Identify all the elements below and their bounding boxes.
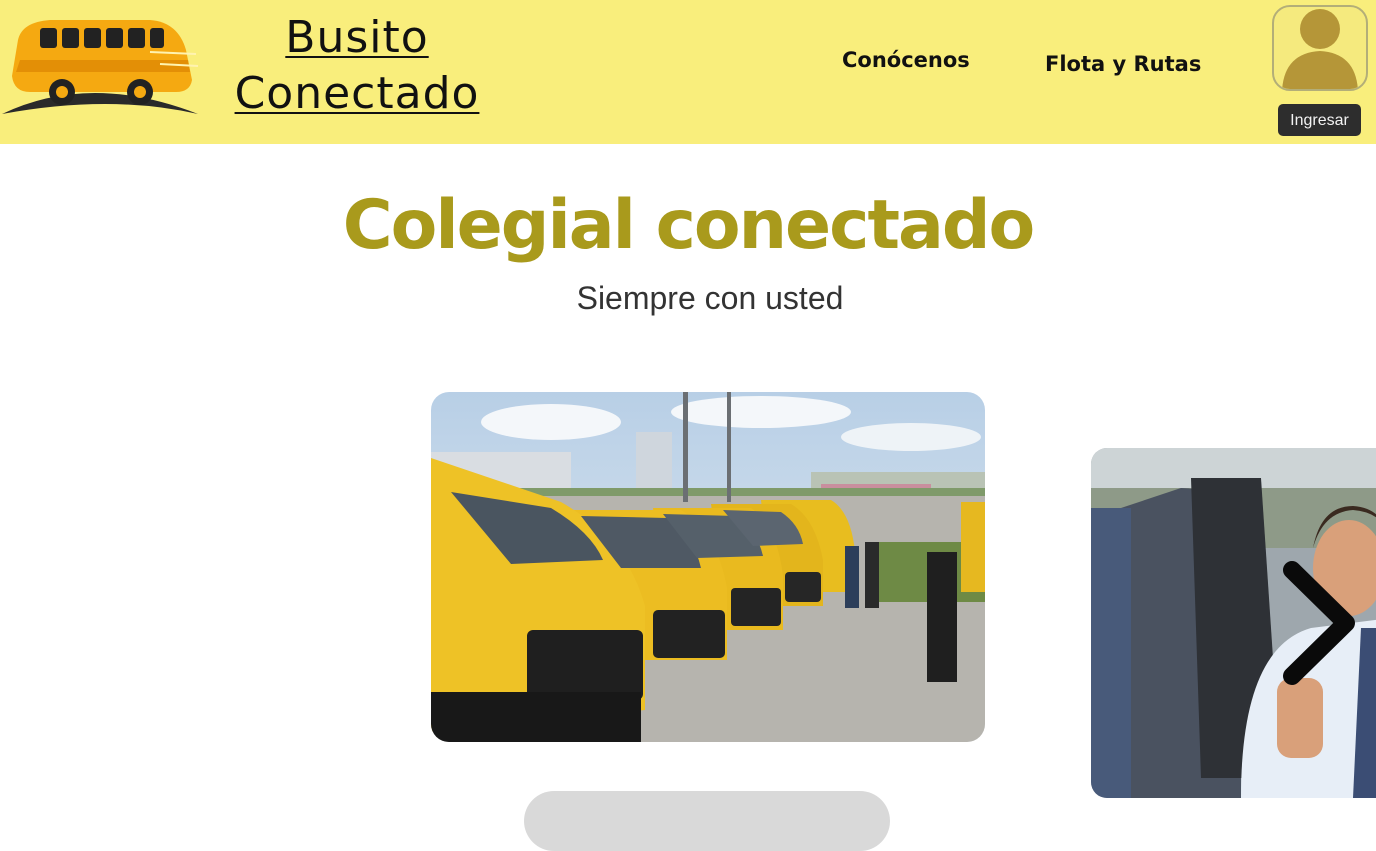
carousel-next-chevron-right-icon[interactable] [1276, 560, 1360, 686]
page-subtitle: Siempre con usted [576, 280, 844, 316]
brand-line-2: Conectado [234, 68, 480, 119]
bus-logo-icon[interactable] [0, 10, 200, 120]
page-title: Colegial conectado [342, 186, 1036, 265]
login-button[interactable]: Ingresar [1278, 104, 1361, 136]
nav-link-conocenos[interactable]: Conócenos [842, 48, 970, 72]
user-avatar-icon[interactable] [1272, 5, 1368, 91]
brand-name[interactable]: Busito Conectado [212, 10, 502, 122]
brand-line-1: Busito [285, 12, 429, 63]
nav-link-flota-rutas[interactable]: Flota y Rutas [1045, 52, 1201, 76]
carousel-slide-vans-image [431, 392, 985, 742]
carousel-indicator-bar [524, 791, 890, 851]
site-header: Busito Conectado Conócenos Flota y Rutas… [0, 0, 1376, 144]
